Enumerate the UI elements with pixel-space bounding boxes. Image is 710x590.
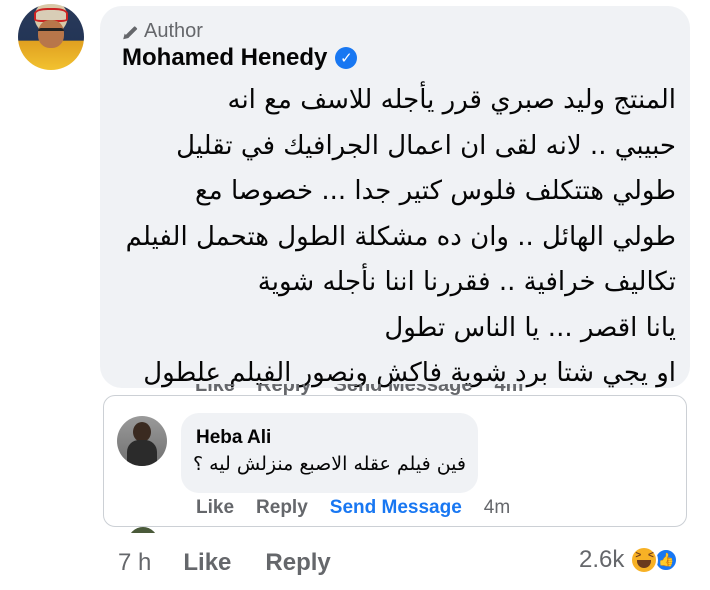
reply-send-message-link[interactable]: Send Message	[330, 497, 462, 519]
comment-text-line: تكاليف خرافية .. فقررنا اننا نأجله شوية	[257, 267, 676, 297]
verified-badge-icon: ✓	[335, 47, 358, 69]
pen-icon	[122, 24, 138, 40]
reaction-count: 2.6k	[579, 546, 625, 573]
comment-author-row: Mohamed Henedy ✓	[122, 44, 358, 72]
comment-text-line: يانا اقصر ... يا الناس تطول	[384, 312, 676, 343]
comment-footer-actions: 7 h Like Reply	[118, 549, 331, 577]
author-avatar[interactable]	[18, 4, 84, 70]
reply-author-avatar[interactable]	[117, 416, 167, 466]
footer-like-link[interactable]: Like	[183, 549, 231, 577]
next-reply-avatar-cut	[128, 527, 158, 533]
footer-reply-link[interactable]: Reply	[265, 549, 330, 577]
reply-time: 4m	[483, 497, 511, 518]
author-badge-label: Author	[144, 20, 203, 42]
reply-author-name[interactable]: Heba Ali	[196, 427, 271, 449]
reply-action-row: Like Reply Send Message 4m	[196, 497, 510, 519]
comment-footer-time: 7 h	[118, 549, 152, 576]
comment-text-line: طولي هتتكلف فلوس كتير جدا ... خصوصا مع	[194, 176, 676, 206]
avatar-glasses	[38, 28, 64, 34]
comment-text-line: حبيبي .. لانه لقى ان اعمال الجرافيك في ت…	[176, 130, 676, 161]
reply-text: فين فيلم عقله الاصبع منزلش ليه ؟	[193, 453, 466, 475]
avatar-head	[133, 422, 151, 442]
comment-author-name[interactable]: Mohamed Henedy	[122, 44, 327, 72]
reply-reply-link[interactable]: Reply	[256, 497, 308, 519]
avatar-face	[38, 20, 64, 48]
comment-text-line: طولي الهائل .. وان ده مشكلة الطول هتحمل …	[125, 221, 676, 252]
reaction-summary[interactable]: 2.6k 👍	[579, 546, 679, 574]
comment-text-line: المنتج وليد صبري قرر يأجله للاسف مع انه	[227, 85, 677, 115]
avatar-body	[127, 440, 157, 466]
reply-like-link[interactable]: Like	[196, 497, 234, 519]
author-badge: Author	[122, 20, 203, 43]
haha-icon	[630, 546, 659, 574]
comment-text: المنتج وليد صبري قرر يأجله للاسف مع انه …	[116, 78, 676, 397]
